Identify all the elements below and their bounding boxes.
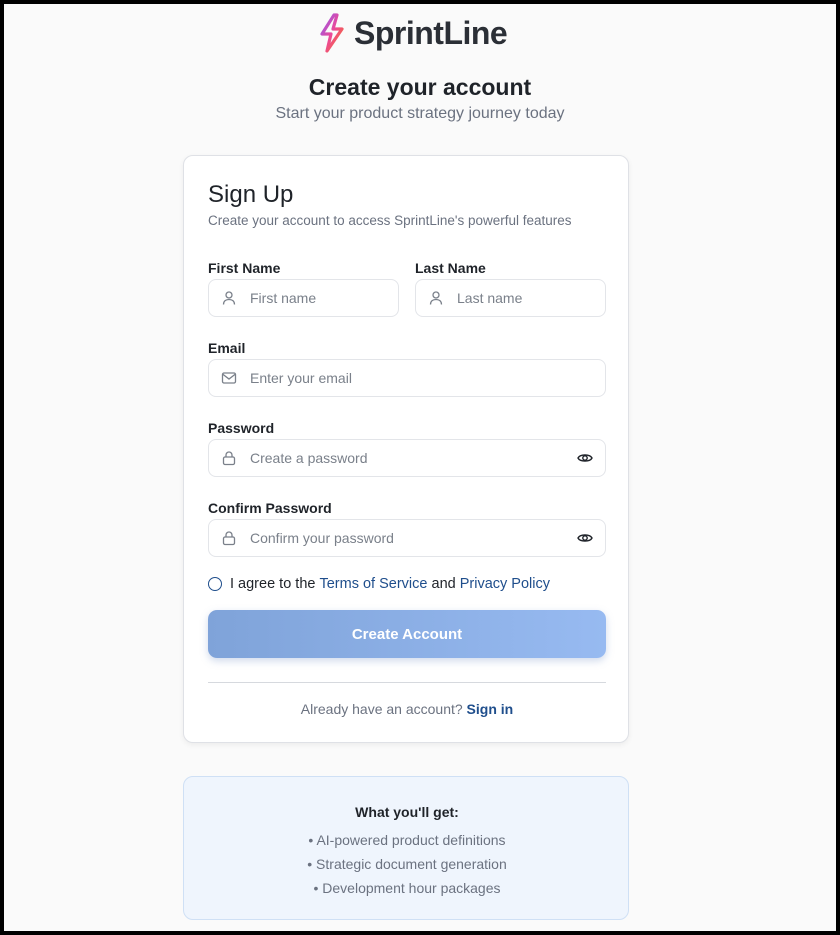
first-name-field (208, 279, 399, 317)
mail-icon (221, 372, 237, 384)
password-input[interactable] (250, 450, 577, 466)
terms-checkbox[interactable] (208, 577, 222, 591)
last-name-input[interactable] (457, 290, 605, 306)
email-field (208, 359, 606, 397)
confirm-password-field (208, 519, 606, 557)
terms-of-service-link[interactable]: Terms of Service (319, 576, 427, 592)
lock-icon (222, 531, 236, 546)
signin-prompt-line: Already have an account? Sign in (184, 701, 630, 717)
last-name-label: Last Name (415, 260, 486, 276)
first-name-input[interactable] (250, 290, 398, 306)
sign-in-link[interactable]: Sign in (467, 701, 514, 717)
privacy-policy-link[interactable]: Privacy Policy (460, 576, 550, 592)
password-field (208, 439, 606, 477)
create-account-button[interactable]: Create Account (208, 610, 606, 658)
terms-agreement: I agree to the Terms of Service and Priv… (208, 576, 550, 592)
lock-icon (222, 451, 236, 466)
user-icon (429, 291, 443, 305)
user-icon (222, 291, 236, 305)
email-label: Email (208, 340, 246, 356)
bolt-logo-icon (320, 13, 344, 53)
page-title: Create your account (308, 74, 532, 100)
divider (208, 682, 606, 683)
confirm-password-input[interactable] (250, 530, 577, 546)
confirm-password-label: Confirm Password (208, 500, 332, 516)
benefits-title: What you'll get: (355, 804, 459, 820)
brand-logo: SprintLine (316, 12, 508, 54)
benefit-item: • Strategic document generation (307, 856, 507, 872)
signup-subtitle: Create your account to access SprintLine… (208, 213, 572, 228)
eye-icon[interactable] (577, 530, 593, 546)
signup-card: Sign Up Create your account to access Sp… (183, 155, 629, 743)
first-name-label: First Name (208, 260, 281, 276)
terms-prefix: I agree to the (230, 576, 316, 592)
signin-prompt: Already have an account? (300, 701, 463, 717)
signup-title: Sign Up (208, 181, 294, 208)
page-subtitle: Start your product strategy journey toda… (275, 105, 565, 122)
benefit-item: • Development hour packages (313, 880, 501, 896)
eye-icon[interactable] (577, 450, 593, 466)
last-name-field (415, 279, 606, 317)
brand-name: SprintLine (354, 14, 508, 51)
benefit-item: • AI-powered product definitions (308, 832, 506, 848)
email-input[interactable] (250, 370, 605, 386)
benefits-panel: What you'll get: • AI-powered product de… (183, 776, 629, 920)
password-label: Password (208, 420, 275, 436)
terms-and: and (431, 576, 456, 592)
